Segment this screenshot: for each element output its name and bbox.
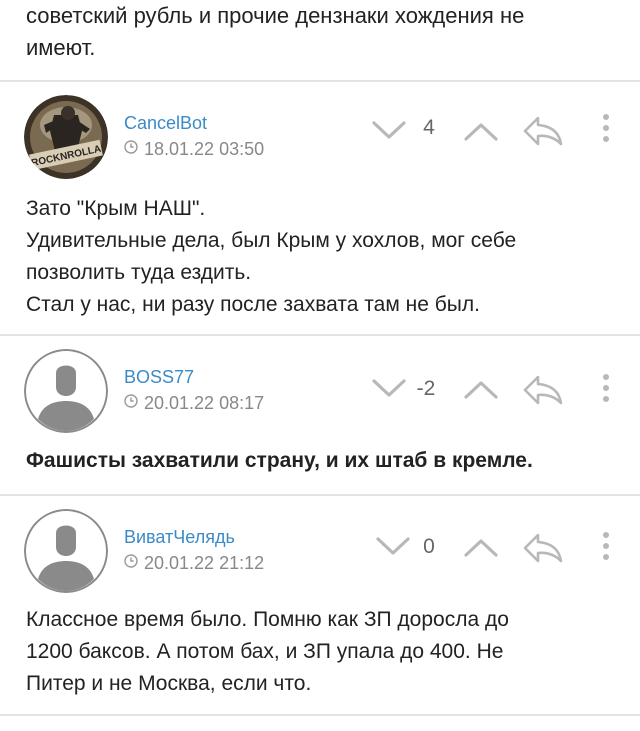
- text-line: Стал у нас, ни разу после захвата там не…: [26, 293, 480, 316]
- reply-button[interactable]: [522, 114, 564, 153]
- chevron-up-icon: [464, 123, 498, 141]
- date-text: 20.01.22 21:12: [144, 553, 265, 573]
- comment-body: Фашисты захватили страну, и их штаб в кр…: [26, 445, 620, 477]
- clock-icon: [124, 552, 138, 573]
- reply-icon: [523, 116, 563, 146]
- vote-score: 0: [423, 535, 435, 558]
- more-options-button[interactable]: [600, 112, 612, 149]
- default-avatar-icon: [24, 509, 108, 593]
- comment-body: Классное время было. Помню как ЗП доросл…: [26, 604, 620, 700]
- clock-icon: [124, 392, 138, 413]
- username[interactable]: ВиватЧелядь: [124, 527, 235, 548]
- text-line: Удивительные дела, был Крым у хохлов, мо…: [26, 229, 517, 252]
- text-line: имеют.: [26, 35, 96, 60]
- vote-score: 4: [423, 116, 435, 139]
- timestamp: 18.01.22 03:50: [124, 139, 264, 160]
- comment-body: Зато "Крым НАШ". Удивительные дела, был …: [26, 193, 620, 321]
- more-options-button[interactable]: [600, 530, 612, 567]
- date-text: 20.01.22 08:17: [144, 393, 265, 413]
- more-options-button[interactable]: [600, 372, 612, 409]
- vote-score: -2: [416, 377, 436, 400]
- timestamp: 20.01.22 08:17: [124, 393, 264, 414]
- reply-button[interactable]: [522, 373, 564, 412]
- text-line: Питер и не Москва, если что.: [26, 672, 312, 695]
- default-avatar-icon: [24, 349, 108, 433]
- vote-up-button[interactable]: [462, 377, 500, 406]
- text-line: Зато "Крым НАШ".: [26, 197, 206, 220]
- more-icon: [603, 532, 609, 560]
- avatar[interactable]: [24, 509, 108, 593]
- vote-up-button[interactable]: [462, 119, 500, 148]
- text-line: Фашисты захватили страну, и их штаб в кр…: [26, 449, 533, 472]
- text-line: позволить туда ездить.: [26, 261, 252, 284]
- comment: BOSS77 20.01.22 08:17 -2 Фашисты захвати…: [0, 336, 640, 494]
- divider: [0, 714, 640, 716]
- comment: ВиватЧелядь 20.01.22 21:12 0 Классное вр…: [0, 496, 640, 714]
- date-text: 18.01.22 03:50: [144, 139, 265, 159]
- text-line: 1200 баксов. А потом бах, и ЗП упала до …: [26, 640, 504, 663]
- text-line: советский рубль и прочие дензнаки хожден…: [26, 3, 525, 28]
- reply-icon: [523, 533, 563, 563]
- more-icon: [603, 114, 609, 142]
- clock-icon: [124, 138, 138, 159]
- chevron-down-icon: [372, 121, 406, 139]
- chevron-down-icon: [372, 379, 406, 397]
- reply-button[interactable]: [522, 531, 564, 570]
- avatar[interactable]: ROCKNROLLA: [24, 95, 108, 179]
- vote-down-button[interactable]: [370, 377, 408, 406]
- vote-up-button[interactable]: [462, 535, 500, 564]
- text-line: Классное время было. Помню как ЗП доросл…: [26, 608, 509, 631]
- username[interactable]: CancelBot: [124, 113, 207, 134]
- comment: ROCKNROLLA CancelBot 18.01.22 03:50 4 За…: [0, 82, 640, 334]
- previous-comment-text: советский рубль и прочие дензнаки хожден…: [0, 0, 640, 80]
- avatar-image: ROCKNROLLA: [24, 95, 108, 179]
- chevron-up-icon: [464, 539, 498, 557]
- chevron-up-icon: [464, 381, 498, 399]
- timestamp: 20.01.22 21:12: [124, 553, 264, 574]
- reply-icon: [523, 375, 563, 405]
- username[interactable]: BOSS77: [124, 367, 194, 388]
- more-icon: [603, 374, 609, 402]
- vote-down-button[interactable]: [370, 119, 408, 148]
- avatar[interactable]: [24, 349, 108, 433]
